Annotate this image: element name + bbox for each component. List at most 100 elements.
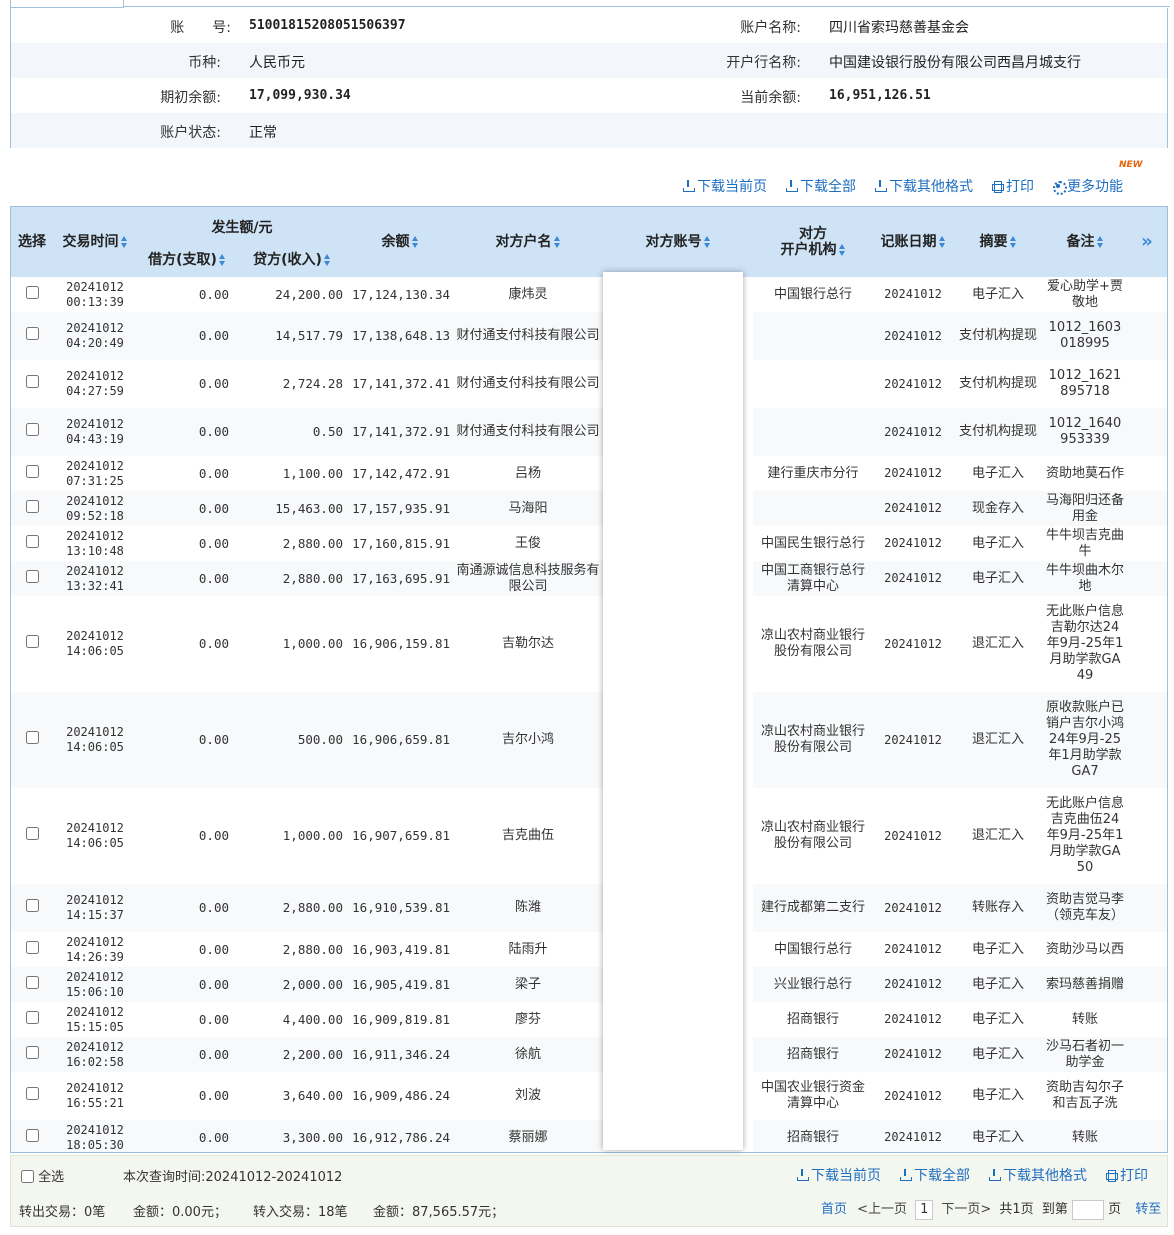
row-checkbox[interactable] <box>25 975 39 989</box>
row-checkbox[interactable] <box>25 534 39 548</box>
table-header-row-1: 选择 交易时间 发生额/元 余额 对方户名 对方账号 对方 开户机构 记账日期 摘… <box>11 207 1167 277</box>
sort-icon[interactable] <box>553 235 561 249</box>
row-checkbox[interactable] <box>25 375 39 388</box>
cell-counter-name: 陆雨升 <box>508 941 548 957</box>
col-summary[interactable]: 摘要 <box>953 207 1043 277</box>
cell-debit: 0.00 <box>198 941 229 957</box>
sort-icon[interactable] <box>120 235 128 249</box>
row-checkbox[interactable] <box>25 635 39 648</box>
sort-icon[interactable] <box>411 235 419 249</box>
cell-post-date: 20241012 <box>884 942 942 956</box>
account-name-label: 账户名称: <box>740 20 801 36</box>
row-checkbox[interactable] <box>25 731 39 744</box>
table-row[interactable]: 20241012 14:06:05 0.00 1,000.00 16,907,659.8… <box>11 788 1167 884</box>
current-page[interactable]: 1 <box>915 1200 934 1220</box>
cell-debit: 0.00 <box>198 828 229 843</box>
row-checkbox[interactable] <box>25 1128 39 1142</box>
row-checkbox[interactable] <box>25 499 39 513</box>
select-all-checkbox[interactable] <box>21 1170 34 1183</box>
select-all[interactable]: 全选 <box>21 1166 64 1185</box>
tx-date: 20241012 <box>66 417 124 431</box>
sort-icon[interactable] <box>703 235 711 249</box>
col-remark[interactable]: 备注 <box>1043 207 1127 277</box>
download-all-button-bottom[interactable]: 下载全部 <box>899 1165 970 1185</box>
row-checkbox[interactable] <box>25 1045 39 1059</box>
table-row[interactable]: 20241012 14:26:39 0.00 2,880.00 16,903,419.8… <box>11 932 1167 967</box>
table-row[interactable]: 20241012 04:27:59 0.00 2,724.28 17,141,372.4… <box>11 360 1167 408</box>
tx-time: 18:05:30 <box>66 1137 124 1152</box>
download-other-label: 下载其他格式 <box>889 179 973 195</box>
row-checkbox[interactable] <box>25 327 39 340</box>
download-page-button[interactable]: 下载当前页 <box>682 176 767 196</box>
col-debit[interactable]: 借方(支取) <box>137 243 237 277</box>
table-row[interactable]: 20241012 13:10:48 0.00 2,880.00 17,160,815.9… <box>11 526 1167 561</box>
more-columns-button[interactable]: » <box>1127 207 1167 277</box>
sort-icon[interactable] <box>938 235 946 249</box>
row-checkbox[interactable] <box>25 423 39 436</box>
table-row[interactable]: 20241012 15:15:05 0.00 4,400.00 16,909,819.8… <box>11 1002 1167 1037</box>
table-row[interactable]: 20241012 14:15:37 0.00 2,880.00 16,910,539.8… <box>11 884 1167 932</box>
table-row[interactable]: 20241012 14:06:05 0.00 500.00 16,906,659.81 吉… <box>11 692 1167 788</box>
col-post-date[interactable]: 记账日期 <box>873 207 953 277</box>
download-other-button-bottom[interactable]: 下载其他格式 <box>988 1165 1087 1185</box>
col-counter-bank[interactable]: 对方 开户机构 <box>753 207 873 277</box>
row-checkbox[interactable] <box>25 899 39 912</box>
sort-icon[interactable] <box>218 253 226 267</box>
col-counter-name[interactable]: 对方户名 <box>453 207 603 277</box>
col-time[interactable]: 交易时间 <box>53 207 137 277</box>
row-checkbox[interactable] <box>25 1087 39 1100</box>
first-page-link[interactable]: 首页 <box>821 1202 847 1217</box>
col-balance[interactable]: 余额 <box>347 207 453 277</box>
table-row[interactable]: 20241012 13:32:41 0.00 2,880.00 17,163,695.9… <box>11 561 1167 596</box>
transactions-table: 选择 交易时间 发生额/元 余额 对方户名 对方账号 对方 开户机构 记账日期 摘… <box>10 206 1168 1153</box>
cell-remark: 马海阳归还备用金 <box>1043 491 1127 526</box>
cell-debit: 0.00 <box>198 465 229 481</box>
cell-credit: 1,000.00 <box>282 636 343 651</box>
table-row[interactable]: 20241012 16:02:58 0.00 2,200.00 16,911,346.2… <box>11 1037 1167 1072</box>
sort-icon[interactable] <box>838 243 846 257</box>
cell-credit: 4,400.00 <box>282 1011 343 1027</box>
print-button[interactable]: 打印 <box>991 176 1034 196</box>
table-row[interactable]: 20241012 00:13:39 0.00 24,200.00 17,124,130.… <box>11 277 1167 312</box>
cell-spacer <box>1127 277 1167 312</box>
row-checkbox[interactable] <box>25 940 39 954</box>
row-checkbox[interactable] <box>25 1010 39 1024</box>
col-credit[interactable]: 贷方(收入) <box>237 243 347 277</box>
cell-debit: 0.00 <box>198 1011 229 1027</box>
next-page-link[interactable]: 下一页> <box>941 1202 991 1217</box>
sort-icon[interactable] <box>1096 235 1104 249</box>
double-chevron-right-icon[interactable]: » <box>1141 231 1153 252</box>
select-all-label: 全选 <box>38 1170 65 1185</box>
download-other-button[interactable]: 下载其他格式 <box>874 176 973 196</box>
print-button-bottom[interactable]: 打印 <box>1105 1165 1148 1185</box>
more-functions-button[interactable]: 更多功能 <box>1052 176 1123 196</box>
table-row[interactable]: 20241012 18:05:30 0.00 3,300.00 16,912,786.2… <box>11 1120 1167 1152</box>
table-row[interactable]: 20241012 04:20:49 0.00 14,517.79 17,138,648.… <box>11 312 1167 360</box>
prev-page-link[interactable]: <上一页 <box>857 1202 907 1217</box>
table-row[interactable]: 20241012 07:31:25 0.00 1,100.00 17,142,472.9… <box>11 456 1167 491</box>
download-page-button-bottom[interactable]: 下载当前页 <box>796 1165 881 1185</box>
sort-icon[interactable] <box>1009 235 1017 249</box>
table-row[interactable]: 20241012 15:06:10 0.00 2,000.00 16,905,419.8… <box>11 967 1167 1002</box>
cell-counter-bank: 招商银行 <box>753 1120 873 1152</box>
row-checkbox[interactable] <box>25 464 39 478</box>
cell-post-date: 20241012 <box>873 967 953 1002</box>
active-tab[interactable] <box>10 0 124 8</box>
row-checkbox[interactable] <box>25 285 39 299</box>
row-checkbox[interactable] <box>25 827 39 840</box>
goto-page-input[interactable] <box>1071 1199 1104 1220</box>
table-row[interactable]: 20241012 09:52:18 0.00 15,463.00 17,157,935.… <box>11 491 1167 526</box>
table-row[interactable]: 20241012 16:55:21 0.00 3,640.00 16,909,486.2… <box>11 1072 1167 1120</box>
row-checkbox[interactable] <box>25 569 39 583</box>
download-page-label: 下载当前页 <box>811 1168 881 1184</box>
download-icon <box>785 180 798 192</box>
printer-icon <box>991 180 1004 193</box>
col-counter-account[interactable]: 对方账号 <box>603 207 753 277</box>
table-row[interactable]: 20241012 14:06:05 0.00 1,000.00 16,906,159.8… <box>11 596 1167 692</box>
sort-icon[interactable] <box>323 253 331 267</box>
table-row[interactable]: 20241012 04:43:19 0.00 0.50 17,141,372.91 财付通… <box>11 408 1167 456</box>
goto-button[interactable]: 转至 <box>1135 1202 1161 1217</box>
cell-balance: 16,912,786.24 <box>347 1120 453 1152</box>
cell-counter-name: 徐航 <box>453 1037 603 1072</box>
download-all-button[interactable]: 下载全部 <box>785 176 856 196</box>
